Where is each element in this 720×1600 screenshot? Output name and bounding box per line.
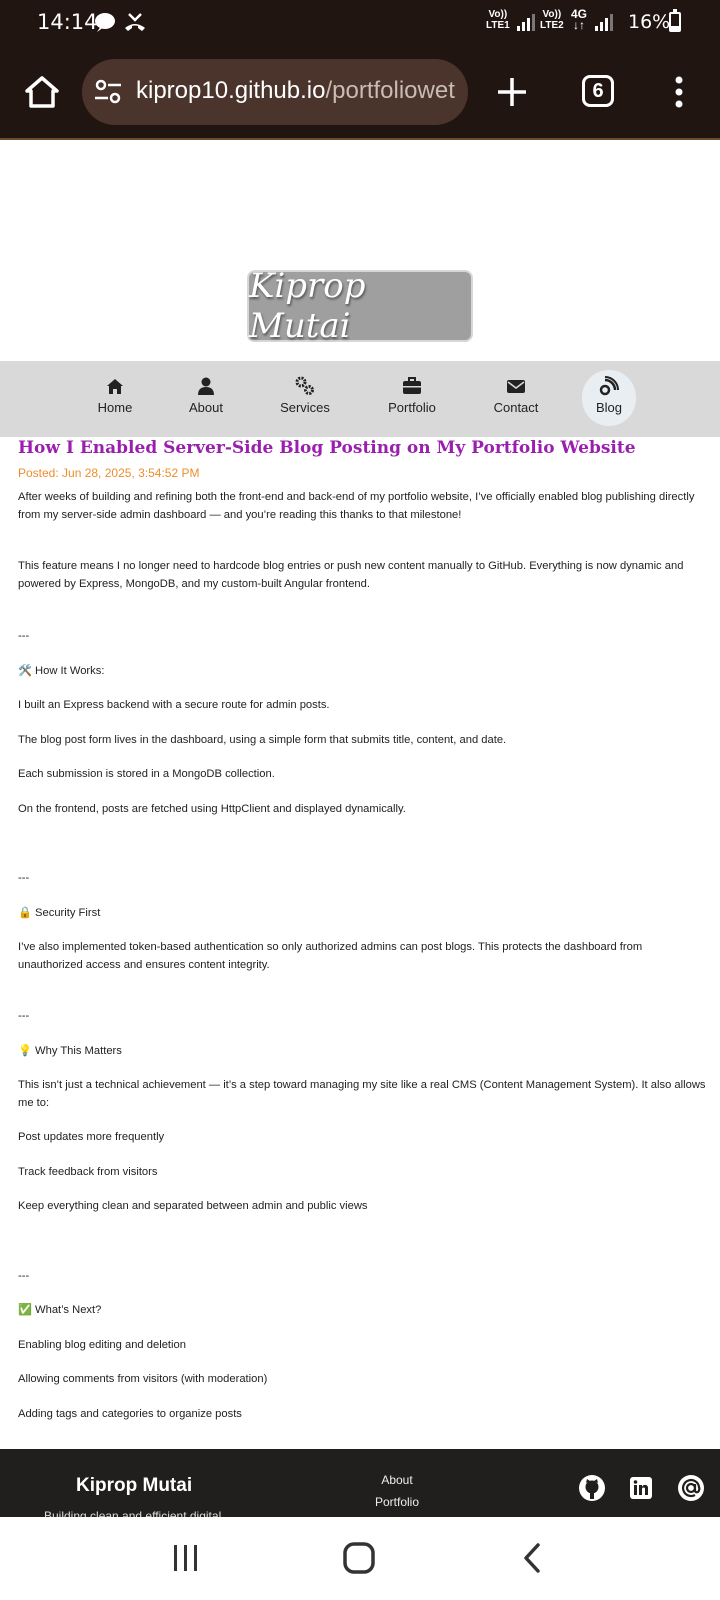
at-icon[interactable] xyxy=(677,1474,705,1502)
recent-apps-icon[interactable] xyxy=(172,1543,200,1573)
signal-bars-icon xyxy=(517,14,535,31)
post-paragraph: Post updates more frequently xyxy=(18,1131,165,1143)
nav-label: Blog xyxy=(595,400,623,415)
tab-switcher-button[interactable]: 6 xyxy=(582,75,614,107)
nav-home[interactable]: Home xyxy=(92,370,138,426)
blog-icon xyxy=(599,376,619,396)
github-icon[interactable] xyxy=(578,1474,606,1502)
status-bar: 14:14 Vo)) LTE1 Vo)) LTE2 4G ↓↑ 16% xyxy=(0,0,720,48)
footer-link-about[interactable]: About xyxy=(340,1473,454,1487)
post-separator: --- xyxy=(18,630,30,642)
nav-label: Portfolio xyxy=(388,400,436,415)
post-paragraph: I’ve also implemented token-based authen… xyxy=(18,941,643,971)
nav-services[interactable]: Services xyxy=(278,370,332,426)
nav-about[interactable]: About xyxy=(184,370,228,426)
post-paragraph: The blog post form lives in the dashboar… xyxy=(18,733,507,746)
user-icon xyxy=(198,377,214,395)
post-paragraph: I built an Express backend with a secure… xyxy=(18,699,330,711)
post-paragraph: Track feedback from visitors xyxy=(18,1165,158,1178)
battery-percent: 16% xyxy=(628,11,671,33)
browser-toolbar: kiprop10.github.io/portfoliowet 6 xyxy=(0,48,720,140)
post-heading: 💡 Why This Matters xyxy=(18,1044,122,1057)
post-paragraph: This feature means I no longer need to h… xyxy=(18,560,684,590)
site-nav: Home About Services Portfolio Contact Bl… xyxy=(0,361,720,437)
new-tab-icon[interactable] xyxy=(494,74,530,110)
post-paragraph: Each submission is stored in a MongoDB c… xyxy=(18,768,275,780)
nav-label: About xyxy=(189,400,223,415)
post-date: Posted: Jun 28, 2025, 3:54:52 PM xyxy=(18,466,200,480)
post-paragraph: Adding tags and categories to organize p… xyxy=(18,1407,242,1420)
network-type: 4G ↓↑ xyxy=(571,7,588,32)
sim2-label: Vo)) LTE2 xyxy=(540,9,564,31)
post-paragraph: Allowing comments from visitors (with mo… xyxy=(18,1373,268,1385)
post-paragraph: On the frontend, posts are fetched using… xyxy=(18,802,406,815)
post-separator: --- xyxy=(18,872,30,884)
post-separator: --- xyxy=(18,1010,30,1022)
web-page: Kiprop Mutai Home About Services Portfol… xyxy=(0,142,720,1516)
signal-bars-icon xyxy=(595,14,613,31)
back-icon[interactable] xyxy=(520,1542,544,1574)
home-icon xyxy=(107,379,123,394)
post-paragraph: After weeks of building and refining bot… xyxy=(18,491,695,521)
footer-brand: Kiprop Mutai xyxy=(76,1475,193,1496)
nav-label: Services xyxy=(280,400,330,415)
address-bar[interactable]: kiprop10.github.io/portfoliowet xyxy=(82,59,468,125)
system-navigation-bar xyxy=(0,1517,720,1600)
home-button-icon[interactable] xyxy=(342,1541,376,1575)
home-icon[interactable] xyxy=(22,72,62,112)
post-title: How I Enabled Server-Side Blog Posting o… xyxy=(18,438,636,458)
post-heading: 🛠️ How It Works: xyxy=(18,664,105,677)
nav-blog[interactable]: Blog xyxy=(582,370,636,426)
post-paragraph: Enabling blog editing and deletion xyxy=(18,1338,186,1351)
blog-post: How I Enabled Server-Side Blog Posting o… xyxy=(18,434,706,1423)
post-paragraph: Keep everything clean and separated betw… xyxy=(18,1200,368,1212)
briefcase-icon xyxy=(403,377,421,394)
envelope-icon xyxy=(507,380,525,393)
url-text[interactable]: kiprop10.github.io/portfoliowet xyxy=(136,77,455,105)
missed-call-icon xyxy=(125,13,145,31)
post-heading: 🔒 Security First xyxy=(18,906,101,919)
footer-link-portfolio[interactable]: Portfolio xyxy=(340,1495,454,1509)
gears-icon xyxy=(295,376,314,395)
post-separator: --- xyxy=(18,1269,30,1282)
post-paragraph: This isn’t just a technical achievement … xyxy=(18,1079,706,1109)
chat-bubble-icon xyxy=(95,13,115,32)
site-footer: Kiprop Mutai Building clean and efficien… xyxy=(0,1449,720,1517)
clock: 14:14 xyxy=(37,10,98,34)
sim1-label: Vo)) LTE1 xyxy=(486,9,510,31)
nav-portfolio[interactable]: Portfolio xyxy=(384,370,440,426)
post-heading: ✅ What’s Next? xyxy=(18,1304,102,1316)
site-logo[interactable]: Kiprop Mutai xyxy=(247,266,473,346)
site-settings-icon[interactable] xyxy=(94,79,122,105)
footer-tagline: Building clean and efficient digital xyxy=(44,1509,222,1517)
linkedin-icon[interactable] xyxy=(627,1474,655,1502)
battery-icon xyxy=(669,9,681,32)
nav-contact[interactable]: Contact xyxy=(493,370,539,426)
more-menu-icon[interactable] xyxy=(664,74,694,110)
nav-label: Contact xyxy=(493,400,539,415)
nav-label: Home xyxy=(97,400,133,415)
